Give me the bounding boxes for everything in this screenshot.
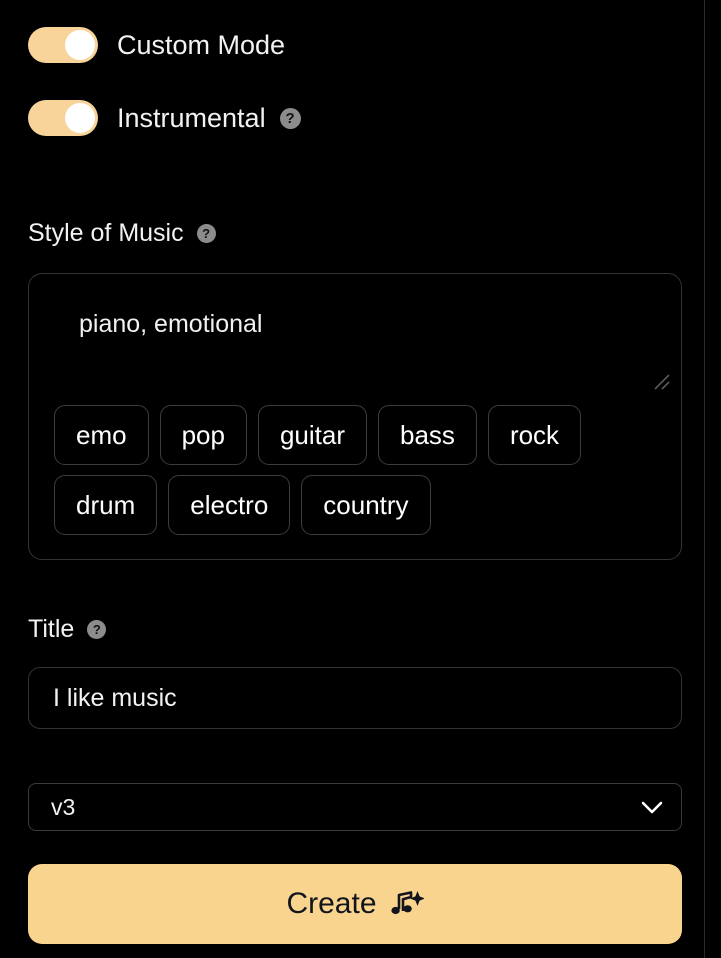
custom-mode-toggle[interactable] — [28, 27, 98, 63]
create-button-label: Create — [286, 887, 377, 920]
title-input[interactable] — [28, 667, 682, 729]
style-chip-emo[interactable]: emo — [54, 405, 149, 465]
toggle-row-custom-mode[interactable]: Custom Mode — [28, 27, 285, 63]
style-of-music-label-group: Style of Music ? — [28, 221, 216, 246]
title-label: Title — [28, 615, 75, 643]
instrumental-toggle[interactable] — [28, 100, 98, 136]
music-note-sparkle-icon — [390, 891, 424, 915]
style-of-music-input[interactable] — [29, 274, 683, 392]
custom-mode-label: Custom Mode — [117, 29, 286, 60]
instrumental-label: Instrumental — [117, 102, 266, 133]
toggle-knob — [65, 103, 95, 133]
title-label-group: Title ? — [28, 615, 107, 643]
music-generation-panel: Custom Mode Instrumental ? Style of Musi… — [0, 0, 721, 958]
resize-grip-icon[interactable] — [653, 373, 671, 391]
instrumental-help-icon[interactable]: ? — [279, 107, 301, 129]
style-chip-electro[interactable]: electro — [168, 475, 291, 535]
style-of-music-box: emo pop guitar bass rock drum electro co… — [28, 273, 683, 560]
toggle-row-instrumental[interactable]: Instrumental ? — [28, 100, 301, 136]
style-chip-bass[interactable]: bass — [378, 405, 477, 465]
version-select[interactable]: v3 — [28, 783, 682, 831]
toggle-knob — [65, 30, 95, 60]
create-button[interactable]: Create — [28, 864, 682, 944]
style-chip-pop[interactable]: pop — [159, 405, 247, 465]
version-select-value: v3 — [51, 793, 76, 820]
style-chip-country[interactable]: country — [301, 475, 431, 535]
style-chip-rock[interactable]: rock — [487, 405, 582, 465]
chevron-down-icon — [641, 801, 663, 813]
title-help-icon[interactable]: ? — [87, 620, 107, 639]
style-of-music-label: Style of Music — [28, 219, 184, 247]
style-chip-guitar[interactable]: guitar — [257, 405, 368, 465]
panel-right-divider — [704, 0, 705, 958]
style-of-music-help-icon[interactable]: ? — [196, 224, 216, 243]
style-chip-drum[interactable]: drum — [54, 475, 158, 535]
style-suggestion-chips: emo pop guitar bass rock drum electro co… — [54, 405, 664, 535]
